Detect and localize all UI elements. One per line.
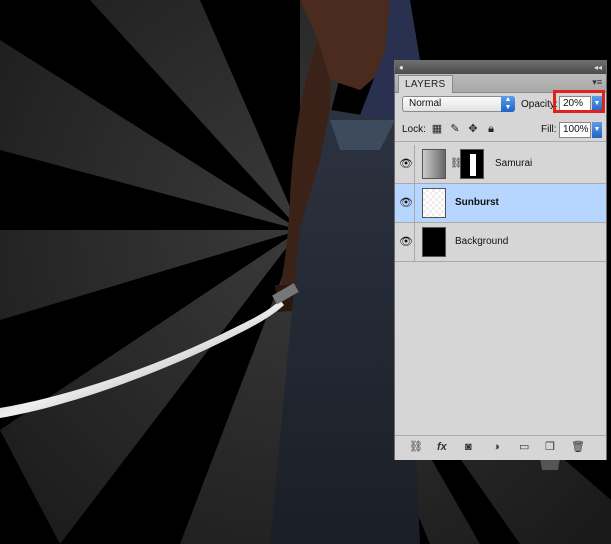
link-icon[interactable]: ⛓︎ xyxy=(409,441,423,453)
layers-list: 👁︎ ⛓︎ Samurai 👁︎ Sunburst 👁︎ Background xyxy=(395,145,606,262)
layer-mask-thumbnail xyxy=(460,149,484,179)
lock-row: Lock: ▦ ✎ ✥ 🔒︎ Fill: 100% ▼ xyxy=(395,119,606,142)
fill-input[interactable]: 100% xyxy=(559,122,591,138)
visibility-toggle[interactable]: 👁︎ xyxy=(395,223,415,261)
layer-name: Samurai xyxy=(495,158,533,169)
fill-label: Fill: xyxy=(541,124,557,135)
lock-label: Lock: xyxy=(402,124,426,135)
eye-icon: 👁︎ xyxy=(399,236,413,248)
chevron-updown-icon: ▲ ▼ xyxy=(501,96,515,112)
lock-image-icon[interactable]: ✎ xyxy=(449,123,461,135)
collapse-icon[interactable]: ◂◂ xyxy=(594,64,602,72)
folder-icon[interactable]: ▭ xyxy=(519,441,529,453)
visibility-toggle[interactable]: 👁︎ xyxy=(395,145,415,183)
close-icon[interactable]: ● xyxy=(399,64,404,72)
layers-panel: ● ◂◂ LAYERS ▾≡ Normal ▲ ▼ Opacity: 20% ▼ … xyxy=(394,60,607,460)
layer-row-background[interactable]: 👁︎ Background xyxy=(395,223,606,262)
layer-thumbnail xyxy=(422,149,446,179)
lock-position-icon[interactable]: ✥ xyxy=(467,123,479,135)
mask-icon[interactable]: ◙ xyxy=(465,441,472,453)
panel-bottom-bar: ⛓︎ fx ◙ ◑ ▭ ❐ 🗑︎ xyxy=(395,435,606,460)
fill-control[interactable]: 100% ▼ xyxy=(559,122,602,138)
layer-name: Background xyxy=(455,236,509,247)
blend-mode-value: Normal xyxy=(409,98,442,109)
layer-row-samurai[interactable]: 👁︎ ⛓︎ Samurai xyxy=(395,145,606,184)
trash-icon[interactable]: 🗑︎ xyxy=(571,441,585,453)
visibility-toggle[interactable]: 👁︎ xyxy=(395,184,415,222)
eye-icon: 👁︎ xyxy=(399,197,413,209)
new-layer-icon[interactable]: ❐ xyxy=(545,441,555,453)
panel-titlebar[interactable]: ● ◂◂ xyxy=(395,61,606,74)
tab-layers[interactable]: LAYERS xyxy=(398,75,453,93)
layer-thumbnail xyxy=(422,227,446,257)
adjustment-icon[interactable]: ◑ xyxy=(493,441,500,453)
fill-dropdown-icon[interactable]: ▼ xyxy=(592,122,602,138)
eye-icon: 👁︎ xyxy=(399,158,413,170)
lock-all-icon[interactable]: 🔒︎ xyxy=(485,123,497,135)
layer-thumbnail xyxy=(422,188,446,218)
fx-icon[interactable]: fx xyxy=(437,441,447,453)
panel-menu-icon[interactable]: ▾≡ xyxy=(592,77,602,88)
layer-row-sunburst[interactable]: 👁︎ Sunburst xyxy=(395,184,606,223)
lock-transparent-icon[interactable]: ▦ xyxy=(431,123,443,135)
blend-mode-select[interactable]: Normal ▲ ▼ xyxy=(402,96,515,112)
layer-name: Sunburst xyxy=(455,197,499,208)
opacity-highlight-box xyxy=(553,90,605,113)
